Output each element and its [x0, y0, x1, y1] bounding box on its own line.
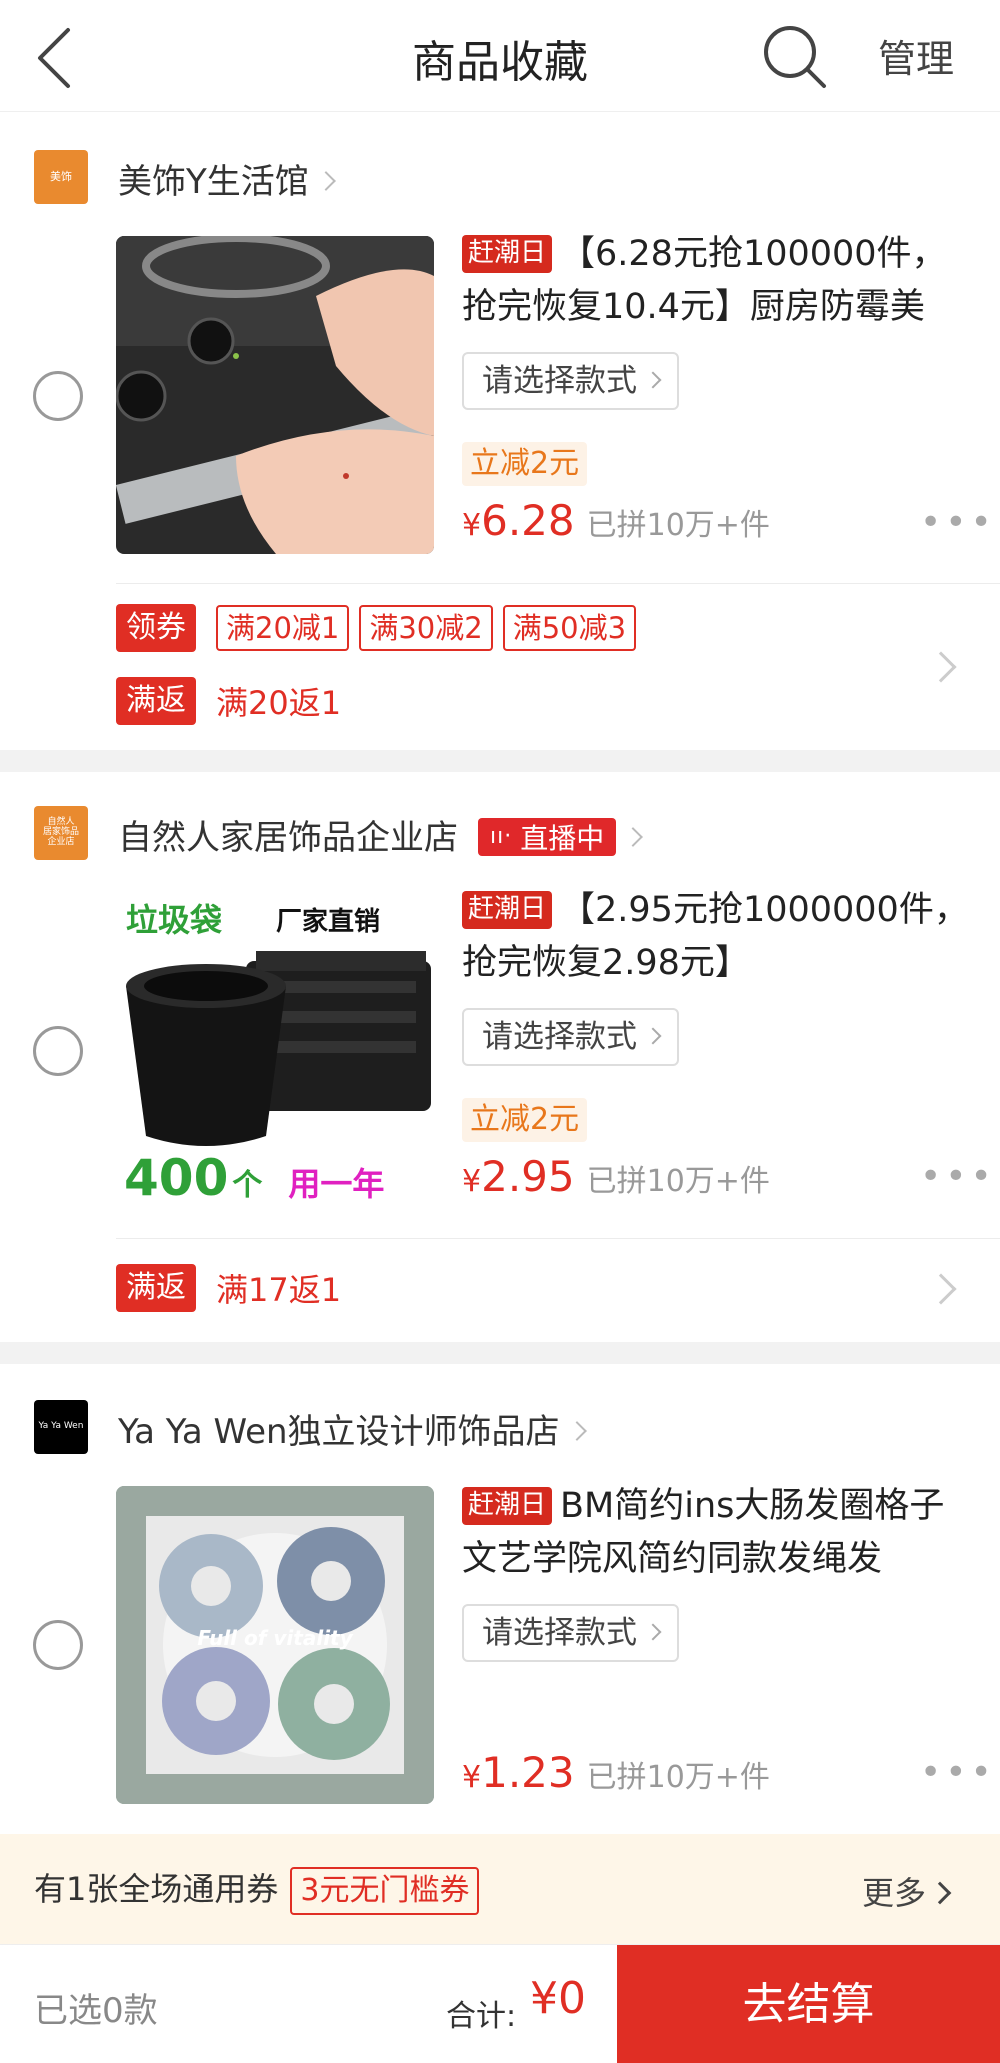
- manage-button[interactable]: 管理: [878, 28, 954, 83]
- rebate-label: 满返: [116, 1264, 196, 1312]
- rebate-text: 满20返1: [216, 684, 342, 722]
- chevron-right-icon: [315, 170, 336, 191]
- product-thumbnail[interactable]: Full of vitality: [116, 1486, 434, 1804]
- more-coupons-button[interactable]: 更多: [862, 1868, 952, 1914]
- coupon-tag[interactable]: 满50减3: [502, 605, 637, 651]
- style-select-label: 请选择款式: [482, 1019, 637, 1055]
- hot-day-tag: 赶潮日: [462, 1487, 553, 1525]
- sold-count: 已拼10万+件: [586, 508, 770, 543]
- product-thumbnail[interactable]: 垃圾袋 厂家直销 400 个用一年: [116, 891, 434, 1209]
- selected-count: 已选0款: [34, 1991, 158, 2031]
- select-item-checkbox[interactable]: [33, 371, 83, 421]
- shop-logo: 美饰: [34, 150, 88, 204]
- shop-name: 自然人家居饰品企业店: [118, 818, 458, 858]
- price-row: ¥1.23 已拼10万+件: [462, 1748, 770, 1808]
- sold-count: 已拼10万+件: [586, 1164, 770, 1199]
- price-row: ¥2.95 已拼10万+件: [462, 1152, 770, 1212]
- chevron-right-icon: [644, 1623, 662, 1640]
- section-gap: [0, 750, 1000, 772]
- select-item-checkbox[interactable]: [33, 1620, 83, 1670]
- select-item-checkbox[interactable]: [33, 1026, 83, 1076]
- shop-header[interactable]: Ya Ya Wen Ya Ya Wen独立设计师饰品店: [0, 1386, 1000, 1466]
- coupon-bar-text: 有1张全场通用券: [34, 1870, 279, 1908]
- price: 2.95: [481, 1152, 575, 1201]
- style-select-button[interactable]: 请选择款式: [462, 352, 679, 410]
- checkout-button[interactable]: 去结算: [617, 1945, 1000, 2063]
- coupon-bar[interactable]: 有1张全场通用券 3元无门槛券 更多: [0, 1834, 1000, 1944]
- currency-symbol: ¥: [462, 1164, 482, 1199]
- style-select-label: 请选择款式: [482, 363, 637, 399]
- search-icon: [764, 26, 826, 88]
- hot-day-tag: 赶潮日: [462, 235, 553, 273]
- divider: [116, 583, 1000, 584]
- thumb-overlay-text: Full of vitality: [197, 1626, 353, 1650]
- chevron-right-icon: [623, 826, 644, 847]
- coupon-tag[interactable]: 满30减2: [359, 605, 493, 651]
- sold-count: 已拼10万+件: [586, 1760, 770, 1795]
- shop-name: 美饰Y生活馆: [118, 162, 309, 202]
- section-gap: [0, 1342, 1000, 1364]
- price-row: ¥6.28 已拼10万+件: [462, 496, 770, 556]
- live-badge[interactable]: ıı· 直播中: [478, 817, 617, 856]
- shop-name: Ya Ya Wen独立设计师饰品店: [118, 1412, 560, 1452]
- total-label: 合计:: [446, 1999, 517, 2034]
- divider: [116, 1238, 1000, 1239]
- thumb-label: 垃圾袋: [126, 901, 223, 939]
- chevron-right-icon[interactable]: [925, 651, 957, 683]
- search-button[interactable]: [760, 22, 830, 92]
- shop-logo: 自然人 居家饰品 企业店: [34, 806, 88, 860]
- more-options-icon[interactable]: •••: [920, 1752, 996, 1793]
- product-image: [116, 236, 434, 554]
- chevron-right-icon[interactable]: [925, 1273, 957, 1305]
- more-label: 更多: [862, 1874, 927, 1912]
- top-bar: 商品收藏 管理: [0, 0, 1000, 112]
- live-icon: ıı·: [490, 824, 513, 849]
- chevron-right-icon: [644, 1027, 662, 1044]
- coupon-row[interactable]: 领券 满20减1 满30减2 满50减3: [116, 602, 646, 654]
- thumb-label: 厂家直销: [276, 907, 381, 937]
- chevron-right-icon: [566, 1420, 587, 1441]
- total-amount: ¥0: [530, 1973, 586, 2024]
- checkout-bar: 已选0款 合计: ¥0 去结算: [0, 1944, 1000, 2063]
- coupon-bar-tag[interactable]: 3元无门槛券: [290, 1867, 480, 1915]
- shop-header[interactable]: 美饰 美饰Y生活馆: [0, 136, 1000, 216]
- rebate-row[interactable]: 满返 满20返1: [116, 675, 341, 727]
- thumb-caption: 400 个用一年: [124, 1149, 385, 1207]
- chevron-right-icon: [928, 1881, 952, 1905]
- discount-badge: 立减2元: [462, 442, 588, 486]
- price: 6.28: [481, 496, 575, 545]
- discount-badge: 立减2元: [462, 1098, 588, 1142]
- shop-logo: Ya Ya Wen: [34, 1400, 88, 1454]
- page-title: 商品收藏: [412, 37, 588, 88]
- coupon-tag[interactable]: 满20减1: [216, 605, 350, 651]
- shop-header[interactable]: 自然人 居家饰品 企业店 自然人家居饰品企业店 ıı· 直播中: [0, 792, 1000, 872]
- currency-symbol: ¥: [462, 1760, 482, 1795]
- rebate-label: 满返: [116, 677, 196, 725]
- chevron-right-icon: [644, 371, 662, 388]
- hot-day-tag: 赶潮日: [462, 891, 553, 929]
- style-select-label: 请选择款式: [482, 1615, 637, 1651]
- style-select-button[interactable]: 请选择款式: [462, 1604, 679, 1662]
- favorites-page: 商品收藏 管理 美饰 美饰Y生活馆 赶潮日 【6.28元抢100000件，抢完恢…: [0, 0, 1000, 2063]
- product-thumbnail[interactable]: [116, 236, 434, 554]
- rebate-row[interactable]: 满返 满17返1: [116, 1262, 341, 1314]
- live-label: 直播中: [520, 821, 605, 855]
- style-select-button[interactable]: 请选择款式: [462, 1008, 679, 1066]
- price: 1.23: [481, 1748, 575, 1797]
- more-options-icon[interactable]: •••: [920, 502, 996, 543]
- coupon-label: 领券: [116, 604, 196, 652]
- currency-symbol: ¥: [462, 508, 482, 543]
- more-options-icon[interactable]: •••: [920, 1156, 996, 1197]
- rebate-text: 满17返1: [216, 1271, 342, 1309]
